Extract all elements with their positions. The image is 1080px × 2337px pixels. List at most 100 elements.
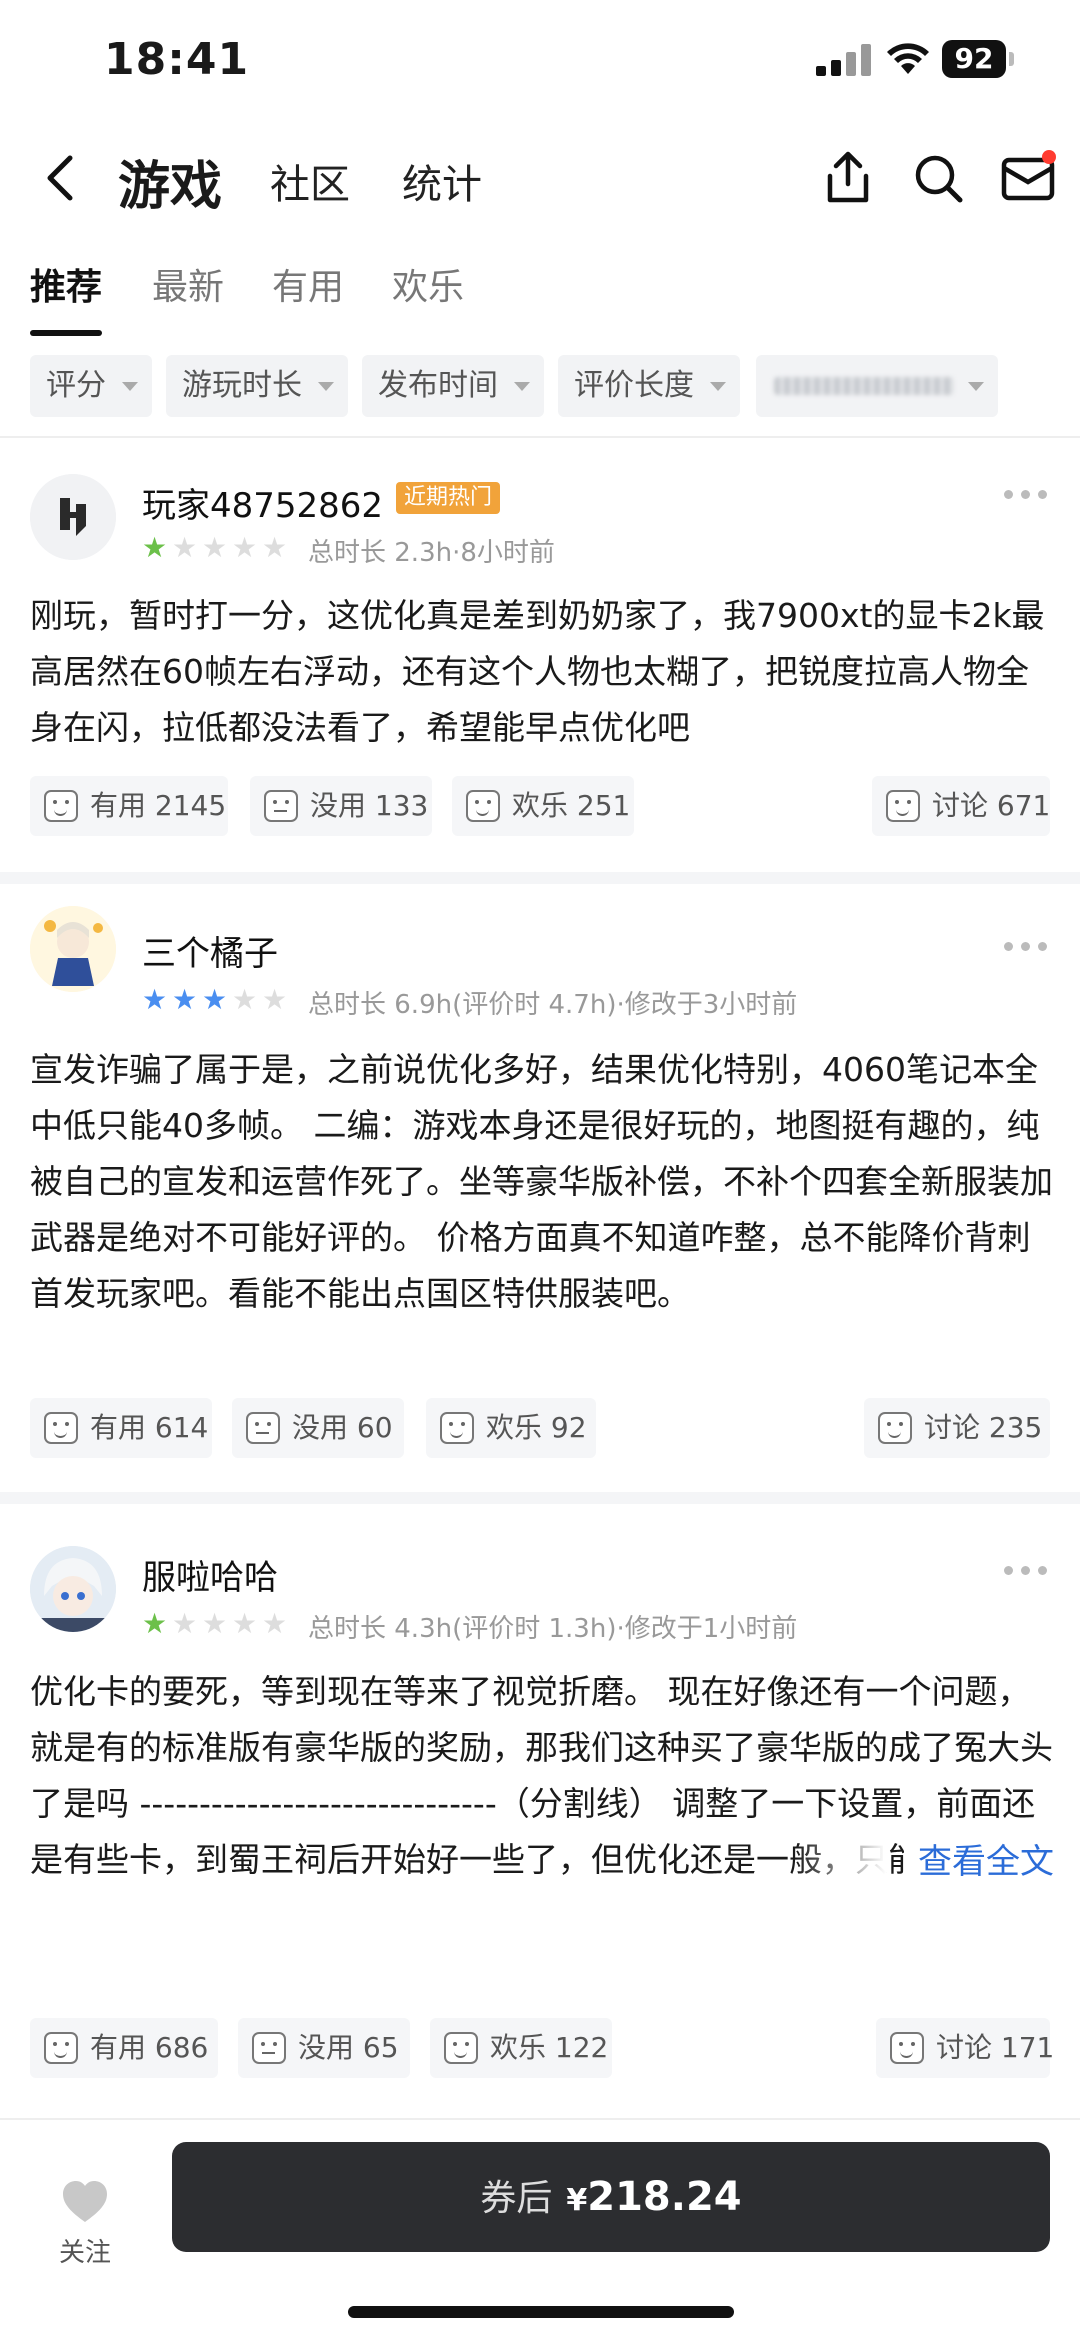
laugh-face-icon	[444, 2032, 478, 2064]
filter-blurred[interactable]	[756, 355, 998, 417]
username[interactable]: 玩家48752862	[142, 478, 383, 527]
username[interactable]: 服啦哈哈	[142, 1550, 278, 1599]
fun-count: 欢乐 251	[512, 789, 631, 822]
useless-count: 没用 65	[298, 2031, 399, 2064]
buy-button[interactable]: 券后 ¥218.24	[172, 2142, 1050, 2252]
follow-button[interactable]: 关注	[40, 2162, 130, 2272]
useful-button[interactable]: 有用 2145	[30, 776, 228, 836]
useless-button[interactable]: 没用 60	[232, 1398, 404, 1458]
nav-tab-community[interactable]: 社区	[270, 152, 350, 210]
useful-button[interactable]: 有用 686	[30, 2018, 218, 2078]
follow-label: 关注	[58, 2238, 111, 2268]
price-prefix: 券后	[480, 2178, 553, 2219]
avatar[interactable]	[30, 906, 116, 992]
home-indicator	[348, 2306, 734, 2318]
review-text[interactable]: 优化卡的要死，等到现在等来了视觉折磨。 现在好像还有一个问题，就是有的标准版有豪…	[30, 1664, 1055, 1888]
useless-face-icon	[252, 2032, 286, 2064]
back-arrow-icon[interactable]	[30, 148, 90, 208]
discuss-count: 讨论 671	[932, 789, 1051, 822]
fun-count: 欢乐 92	[486, 1411, 587, 1444]
chevron-down-icon	[318, 382, 334, 391]
useless-button[interactable]: 没用 133	[250, 776, 432, 836]
username[interactable]: 三个橘子	[142, 926, 278, 975]
more-options-icon[interactable]	[1004, 942, 1048, 954]
fun-button[interactable]: 欢乐 92	[426, 1398, 596, 1458]
anime-avatar-icon	[30, 906, 116, 992]
tab-useful[interactable]: 有用	[272, 258, 344, 310]
review-meta: 总时长 4.3h(评价时 1.3h)·修改于1小时前	[308, 1614, 798, 1644]
avatar[interactable]	[30, 1546, 116, 1632]
status-time: 18:41	[104, 34, 250, 85]
discuss-button[interactable]: 讨论 235	[864, 1398, 1050, 1458]
useless-count: 没用 60	[292, 1411, 393, 1444]
bottom-bar: 关注 券后 ¥218.24	[0, 2120, 1080, 2337]
chevron-down-icon	[710, 382, 726, 391]
useless-count: 没用 133	[310, 789, 429, 822]
price-value: 218.24	[587, 2174, 742, 2220]
star-rating: ★ ★ ★ ★ ★	[142, 531, 288, 564]
tab-fun[interactable]: 欢乐	[392, 258, 464, 310]
discuss-button[interactable]: 讨论 171	[876, 2018, 1054, 2078]
discuss-icon	[890, 2032, 924, 2064]
filter-rating[interactable]: 评分	[30, 355, 152, 417]
share-icon[interactable]	[816, 146, 880, 210]
useful-face-icon	[44, 2032, 78, 2064]
chevron-down-icon	[122, 382, 138, 391]
read-more-link[interactable]: 查看全文	[904, 1834, 1054, 1883]
review-meta: 总时长 6.9h(评价时 4.7h)·修改于3小时前	[308, 990, 798, 1020]
heart-icon	[63, 2181, 107, 2222]
fun-count: 欢乐 122	[490, 2031, 609, 2064]
feed-tabs: 推荐 最新 有用 欢乐	[0, 250, 1080, 340]
review-meta: 总时长 2.3h·8小时前	[308, 538, 555, 568]
card-divider	[0, 1492, 1080, 1504]
text-fade	[796, 1832, 886, 1888]
filter-bar: 评分 游玩时长 发布时间 评价长度	[0, 355, 1080, 417]
user-logo-icon	[30, 474, 116, 560]
useful-count: 有用 614	[90, 1411, 209, 1444]
search-icon[interactable]	[906, 146, 970, 210]
review-card: 三个橘子 ★ ★ ★ ★ ★ 总时长 6.9h(评价时 4.7h)·修改于3小时前 宣发…	[0, 884, 1080, 1484]
filter-playtime[interactable]: 游玩时长	[166, 355, 348, 417]
filter-publish-time-label: 发布时间	[378, 368, 498, 403]
filter-rating-label: 评分	[46, 368, 106, 403]
useful-face-icon	[44, 790, 78, 822]
message-icon-wrap[interactable]	[996, 146, 1060, 210]
star-rating: ★ ★ ★ ★ ★	[142, 983, 288, 1016]
filter-playtime-label: 游玩时长	[182, 368, 302, 403]
useless-face-icon	[264, 790, 298, 822]
review-text[interactable]: 刚玩，暂时打一分，这优化真是差到奶奶家了，我7900xt的显卡2k最高居然在60…	[30, 588, 1055, 756]
battery-indicator: 92	[942, 40, 1014, 78]
discuss-count: 讨论 171	[936, 2031, 1055, 2064]
review-text[interactable]: 宣发诈骗了属于是，之前说优化多好，结果优化特别，4060笔记本全中低只能40多帧…	[30, 1042, 1055, 1322]
useless-button[interactable]: 没用 65	[238, 2018, 410, 2078]
hot-badge: 近期热门	[396, 482, 501, 514]
blurred-text	[774, 377, 954, 395]
fun-button[interactable]: 欢乐 122	[430, 2018, 612, 2078]
useful-count: 有用 686	[90, 2031, 209, 2064]
anime-avatar-icon	[30, 1546, 116, 1632]
filter-publish-time[interactable]: 发布时间	[362, 355, 544, 417]
currency-symbol: ¥	[566, 2183, 588, 2218]
tab-latest[interactable]: 最新	[152, 258, 224, 310]
chevron-down-icon	[514, 382, 530, 391]
nav-tab-stats[interactable]: 统计	[402, 152, 482, 210]
notification-dot	[1042, 150, 1056, 164]
laugh-face-icon	[440, 1412, 474, 1444]
avatar[interactable]	[30, 474, 116, 560]
wifi-icon	[887, 43, 929, 74]
useful-face-icon	[44, 1412, 78, 1444]
nav-title-game[interactable]: 游戏	[118, 144, 222, 219]
review-card: 服啦哈哈 ★ ★ ★ ★ ★ 总时长 4.3h(评价时 1.3h)·修改于1小时前 优化…	[0, 1504, 1080, 2114]
laugh-face-icon	[466, 790, 500, 822]
discuss-count: 讨论 235	[924, 1411, 1043, 1444]
more-options-icon[interactable]	[1004, 1566, 1048, 1578]
filter-review-length[interactable]: 评价长度	[558, 355, 740, 417]
discuss-icon	[878, 1412, 912, 1444]
useful-button[interactable]: 有用 614	[30, 1398, 212, 1458]
useless-face-icon	[246, 1412, 280, 1444]
tab-recommend[interactable]: 推荐	[30, 258, 102, 310]
discuss-button[interactable]: 讨论 671	[872, 776, 1050, 836]
fun-button[interactable]: 欢乐 251	[452, 776, 634, 836]
more-options-icon[interactable]	[1004, 490, 1048, 502]
discuss-icon	[886, 790, 920, 822]
